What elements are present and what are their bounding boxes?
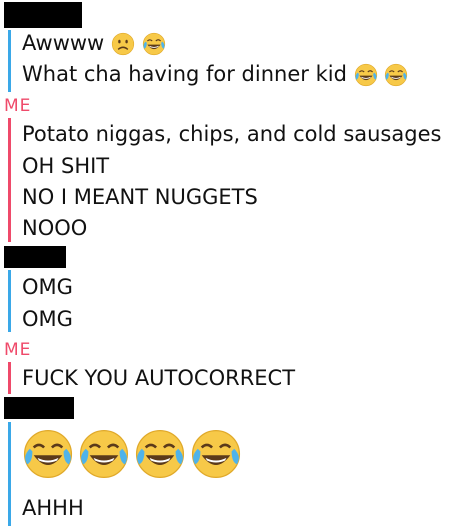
message-text: What cha having for dinner kid [22, 61, 408, 87]
frowning-face-icon [111, 32, 135, 56]
sender-label-me: ME [4, 340, 32, 360]
message-text: Potato niggas, chips, and cold sausages [22, 122, 442, 146]
tears-of-joy-icon [384, 63, 408, 87]
friend-message-bar [8, 422, 11, 526]
tears-of-joy-icon [78, 428, 130, 480]
message-text: OH SHIT [22, 154, 110, 178]
message-text: NO I MEANT NUGGETS [22, 185, 258, 209]
tears-of-joy-icon [142, 32, 166, 56]
friend-message-bar [8, 30, 11, 92]
message-text: OMG [22, 307, 73, 331]
message-text-dinner: What cha having for dinner kid [22, 62, 347, 86]
sender-label-me: ME [4, 96, 32, 116]
message-text: Awwww [22, 30, 166, 56]
me-message-bar [8, 362, 11, 394]
large-emoji-row [22, 428, 242, 480]
me-message-bar [8, 118, 11, 242]
message-text: OMG [22, 275, 73, 299]
tears-of-joy-icon [354, 63, 378, 87]
redacted-name-header [4, 2, 82, 28]
redacted-name-header [4, 246, 66, 268]
redacted-name-header [4, 397, 74, 419]
message-text: FUCK YOU AUTOCORRECT [22, 366, 296, 390]
friend-message-bar [8, 270, 11, 332]
tears-of-joy-icon [134, 428, 186, 480]
message-text: NOOO [22, 216, 88, 240]
tears-of-joy-icon [22, 428, 74, 480]
message-text: AHHH [22, 496, 84, 520]
message-text-awwww: Awwww [22, 31, 105, 55]
tears-of-joy-icon [190, 428, 242, 480]
